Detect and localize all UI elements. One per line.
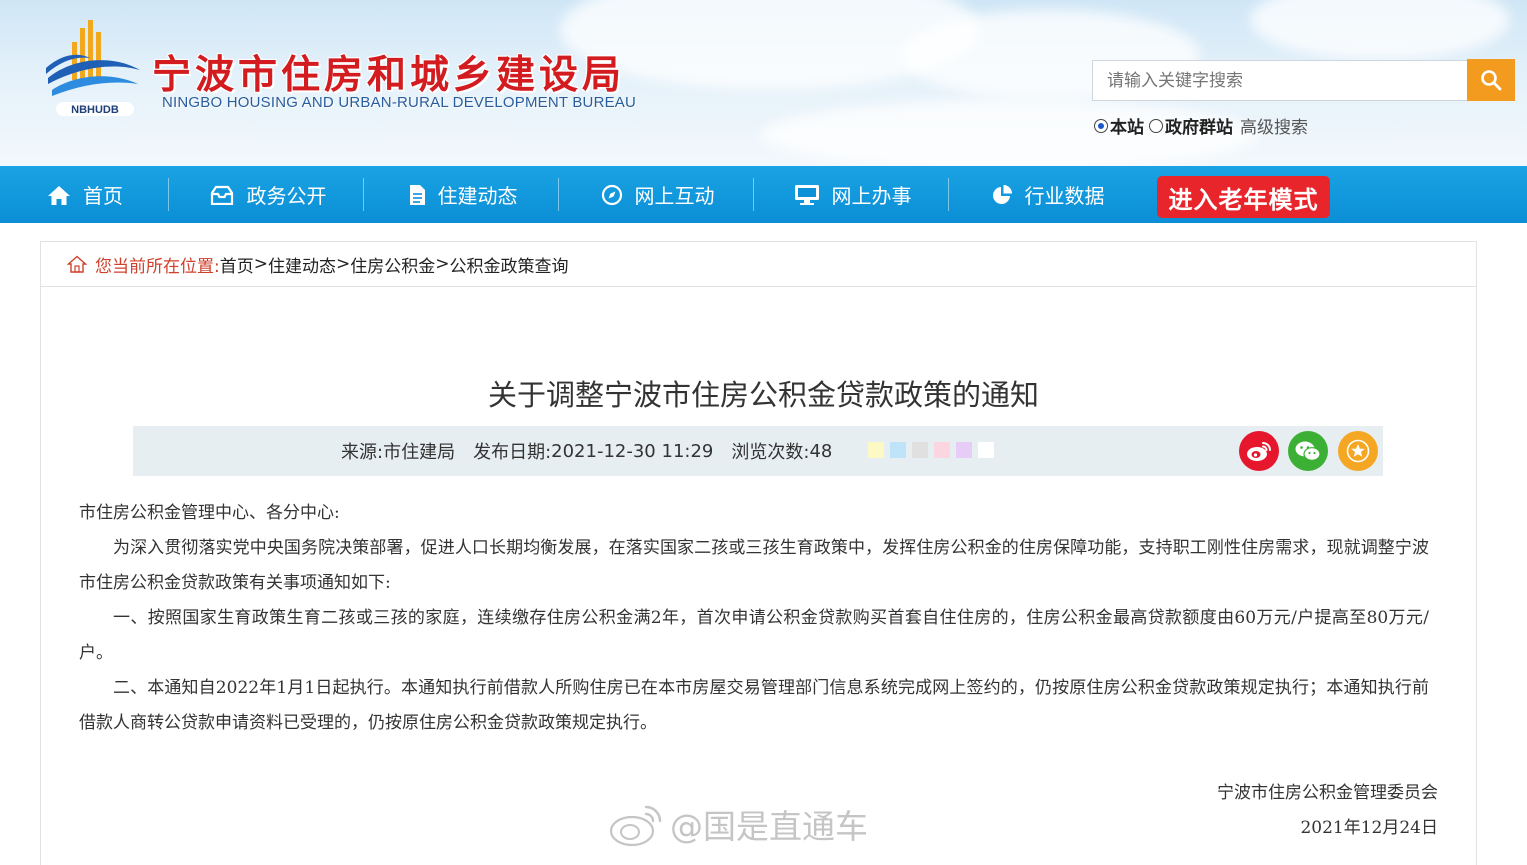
article-title: 关于调整宁波市住房公积金贷款政策的通知: [487, 378, 1039, 412]
nav-divider: [168, 178, 169, 211]
watermark: @国是直通车: [608, 798, 868, 850]
signature-org: 宁波市住房公积金管理委员会: [1217, 783, 1438, 803]
search-button[interactable]: [1467, 59, 1515, 101]
article-paragraph: 一、按照国家生育政策生育二孩或三孩的家庭，连续缴存住房公积金满2年，首次申请公积…: [79, 608, 1429, 663]
nav-item-gov-info[interactable]: 政务公开: [170, 166, 365, 223]
bg-swatch-yellow[interactable]: [868, 442, 884, 458]
advanced-search-link[interactable]: 高级搜索: [1240, 113, 1308, 138]
home-outline-icon: [67, 255, 87, 273]
article-salutation: 市住房公积金管理中心、各分中心:: [79, 503, 340, 523]
nav-label-home: 首页: [83, 184, 123, 208]
search-icon: [1481, 70, 1502, 91]
nav-label-gov-info: 政务公开: [246, 184, 327, 208]
share-wechat-button[interactable]: [1288, 431, 1328, 471]
nav-label-news: 住建动态: [437, 184, 518, 208]
date-label: 发布日期:: [473, 442, 552, 463]
compass-icon: [601, 184, 623, 206]
views-label: 浏览次数:: [731, 442, 810, 463]
site-subtitle: NINGBO HOUSING AND URBAN-RURAL DEVELOPME…: [162, 94, 637, 111]
site-header: NBHUDB 宁波市住房和城乡建设局 NINGBO HOUSING AND UR…: [0, 0, 1527, 166]
breadcrumb-separator: >: [253, 254, 268, 274]
breadcrumb-home[interactable]: 首页: [220, 252, 254, 277]
bg-swatch-white[interactable]: [978, 442, 994, 458]
bg-swatch-blue[interactable]: [890, 442, 906, 458]
nav-item-home[interactable]: 首页: [0, 166, 170, 223]
bureau-logo[interactable]: NBHUDB: [42, 18, 146, 118]
search-scope: 本站 政府群站 高级搜索: [1094, 113, 1308, 138]
breadcrumb-prefix: 您当前所在位置:: [95, 256, 220, 277]
search-input[interactable]: [1092, 60, 1468, 101]
weibo-icon: [1247, 442, 1271, 461]
nav-divider: [753, 178, 754, 211]
scope-label-gov[interactable]: 政府群站: [1165, 113, 1233, 138]
site-title[interactable]: 宁波市住房和城乡建设局: [152, 44, 625, 100]
background-color-picker: [868, 442, 1000, 458]
scope-radio-site[interactable]: [1094, 118, 1108, 133]
article-paragraph: 为深入贯彻落实党中央国务院决策部署，促进人口长期均衡发展，在落实国家二孩或三孩生…: [79, 538, 1429, 593]
watermark-text: @国是直通车: [670, 807, 868, 846]
breadcrumb: 您当前所在位置: 首页 > 住建动态 > 住房公积金 > 公积金政策查询: [41, 242, 1476, 287]
bg-swatch-purple[interactable]: [956, 442, 972, 458]
nav-label-industry-data: 行业数据: [1024, 184, 1105, 208]
nav-divider: [363, 178, 364, 211]
breadcrumb-separator: >: [335, 254, 351, 274]
bg-swatch-gray[interactable]: [912, 442, 928, 458]
home-icon: [47, 184, 71, 206]
article-body: 市住房公积金管理中心、各分中心: 为深入贯彻落实党中央国务院决策部署，促进人口长…: [79, 496, 1429, 741]
weibo-watermark-icon: [609, 805, 662, 847]
pie-chart-icon: [991, 184, 1013, 206]
monitor-icon: [794, 184, 820, 206]
nav-divider: [948, 178, 949, 211]
bg-swatch-pink[interactable]: [934, 442, 950, 458]
nav-item-industry-data[interactable]: 行业数据: [950, 166, 1145, 223]
article-meta: 来源: 市住建局 发布日期: 2021-12-30 11:29 浏览次数: 48: [341, 426, 832, 476]
breadcrumb-separator: >: [435, 254, 450, 274]
nav-item-interaction[interactable]: 网上互动: [560, 166, 755, 223]
views-value: 48: [809, 440, 833, 462]
nav-item-news[interactable]: 住建动态: [365, 166, 560, 223]
scope-radio-gov[interactable]: [1149, 118, 1163, 133]
document-icon: [408, 184, 426, 206]
source-label: 来源:: [341, 442, 384, 463]
share-weibo-button[interactable]: [1239, 431, 1279, 471]
favorite-star-icon: [1346, 439, 1370, 463]
logo-abbr: NBHUDB: [71, 104, 119, 116]
elder-mode-button[interactable]: 进入老年模式: [1157, 176, 1330, 218]
article-paragraph: 二、本通知自2022年1月1日起执行。本通知执行前借款人所购住房已在本市房屋交易…: [79, 678, 1429, 733]
article-meta-bar: 来源: 市住建局 发布日期: 2021-12-30 11:29 浏览次数: 48: [133, 426, 1383, 476]
source-value: 市住建局: [383, 442, 456, 463]
signature-date: 2021年12月24日: [1300, 818, 1438, 838]
nav-divider: [558, 178, 559, 211]
inbox-icon: [209, 185, 235, 205]
nav-label-online-services: 网上办事: [831, 184, 912, 208]
nav-label-interaction: 网上互动: [634, 184, 715, 208]
scope-label-site[interactable]: 本站: [1110, 113, 1144, 138]
date-value: 2021-12-30 11:29: [551, 440, 714, 462]
wechat-icon: [1295, 441, 1321, 461]
breadcrumb-news[interactable]: 住建动态: [268, 252, 336, 277]
nav-item-online-services[interactable]: 网上办事: [755, 166, 950, 223]
favorite-button[interactable]: [1338, 431, 1378, 471]
breadcrumb-policy-query[interactable]: 公积金政策查询: [449, 252, 568, 277]
article-signature: 宁波市住房公积金管理委员会 2021年12月24日: [1217, 776, 1438, 846]
breadcrumb-housing-fund[interactable]: 住房公积金: [350, 252, 435, 277]
